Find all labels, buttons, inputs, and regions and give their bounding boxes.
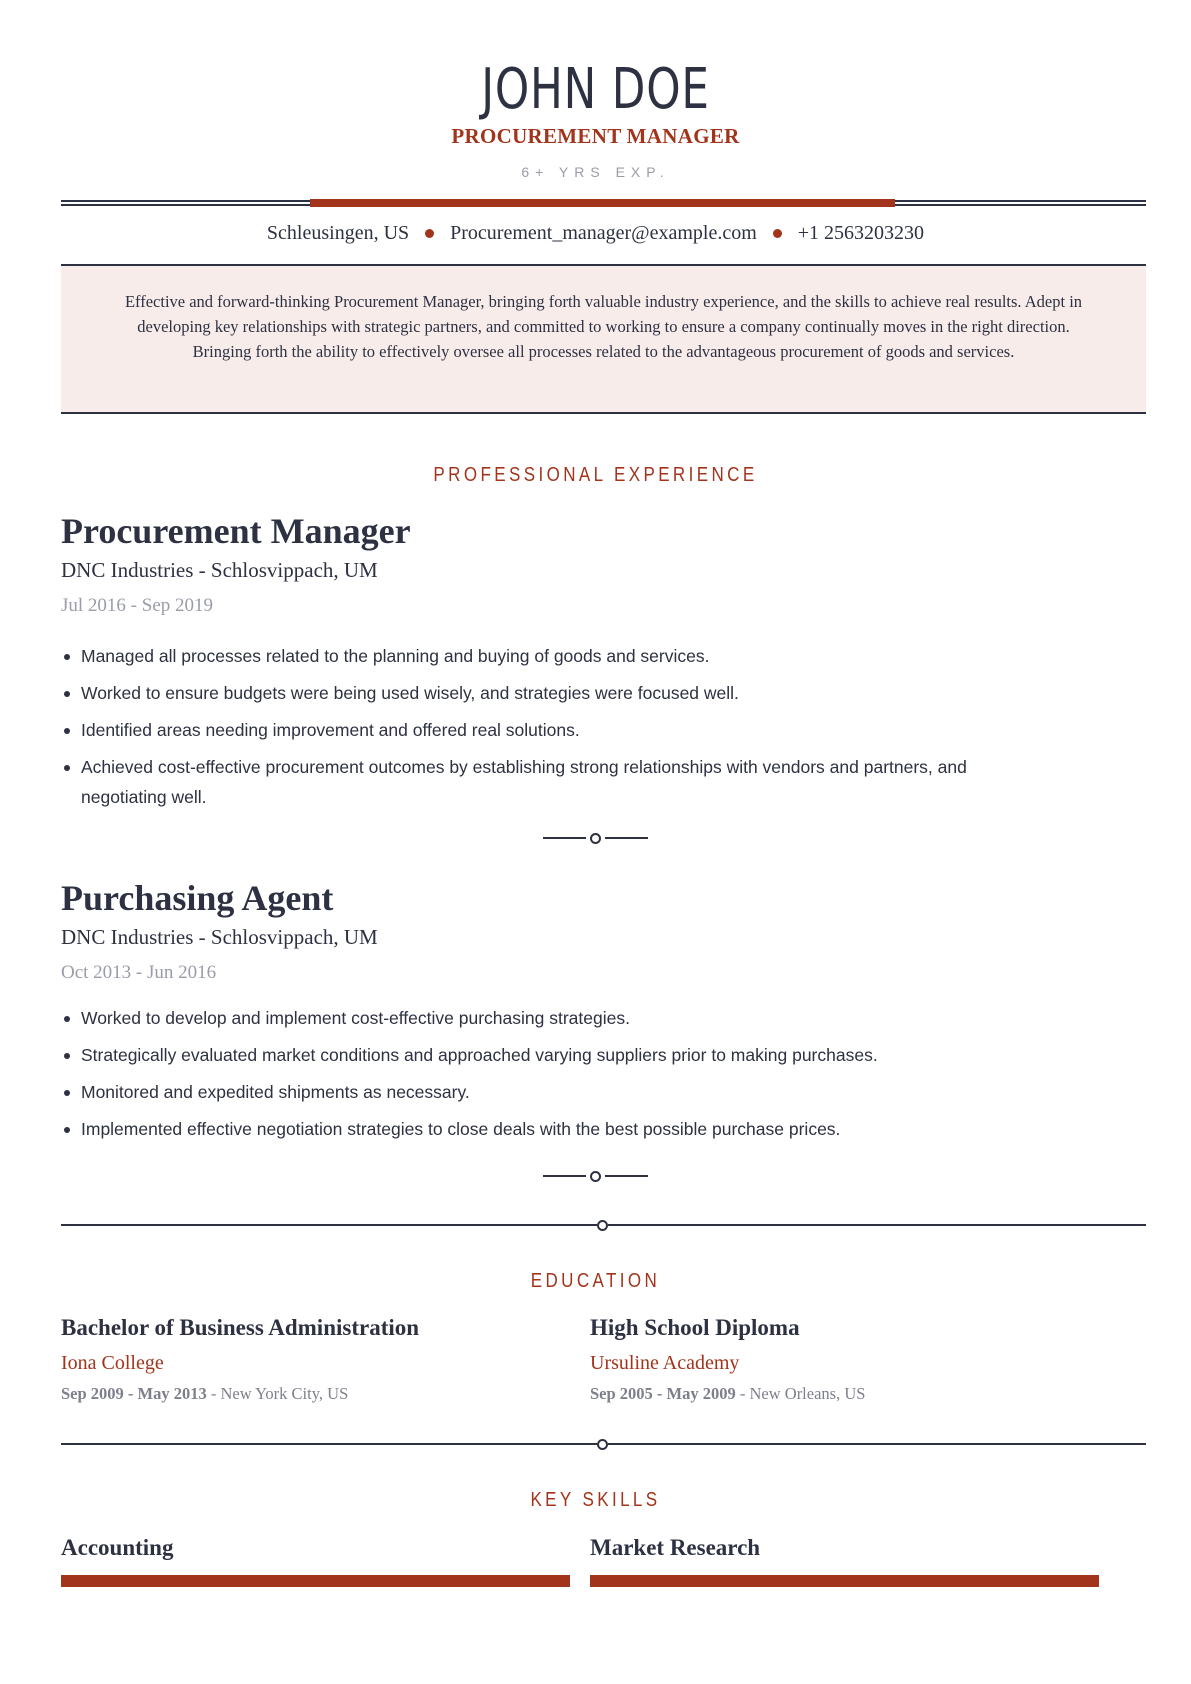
- section-title-experience: PROFESSIONAL EXPERIENCE: [433, 464, 758, 486]
- separator-ring-icon: [590, 1171, 601, 1182]
- entry-separator: [543, 832, 648, 844]
- job-bullet: Achieved cost-effective procurement outc…: [61, 752, 1146, 812]
- section-title-education: EDUCATION: [530, 1270, 661, 1292]
- education-dates: Sep 2005 - May 2009: [590, 1384, 736, 1403]
- job-bullet: Monitored and expedited shipments as nec…: [61, 1077, 1146, 1107]
- skill-level-bar: [590, 1575, 1099, 1587]
- school: Ursuline Academy: [590, 1352, 740, 1374]
- job-bullet: Worked to develop and implement cost-eff…: [61, 1003, 1146, 1033]
- education-location: - New Orleans, US: [735, 1384, 866, 1403]
- section-divider: [61, 1438, 1146, 1450]
- degree: Bachelor of Business Administration: [61, 1315, 420, 1340]
- skill-level-fill: [590, 1575, 1099, 1587]
- contact-email[interactable]: Procurement_manager@example.com: [450, 222, 757, 244]
- job-bullet: Strategically evaluated market condition…: [61, 1040, 1146, 1070]
- degree: High School Diploma: [590, 1315, 800, 1340]
- divider-ring-icon: [597, 1439, 608, 1450]
- skill-level-bar: [61, 1575, 570, 1587]
- job-bullets: Worked to develop and implement cost-eff…: [61, 1003, 1146, 1151]
- job-company: DNC Industries - Schlosvippach, UM: [61, 558, 378, 582]
- job-bullet: Implemented effective negotiation strate…: [61, 1114, 1146, 1144]
- skill-level-fill: [61, 1575, 570, 1587]
- education-entry: Bachelor of Business Administration Iona…: [61, 1313, 581, 1407]
- job-bullet: Managed all processes related to the pla…: [61, 641, 1146, 671]
- section-divider: [61, 1219, 1146, 1231]
- candidate-headline: PROCUREMENT MANAGER: [451, 124, 740, 148]
- education-location: - New York City, US: [206, 1384, 349, 1403]
- job-dates: Oct 2013 - Jun 2016: [61, 962, 217, 983]
- contact-location: Schleusingen, US: [266, 222, 410, 244]
- section-title-skills: KEY SKILLS: [530, 1489, 661, 1511]
- skill-name: Market Research: [590, 1535, 761, 1560]
- contact-line: Schleusingen, US Procurement_manager@exam…: [0, 222, 1191, 245]
- summary-bottom-rule: [61, 412, 1146, 414]
- job-dates: Jul 2016 - Sep 2019: [61, 595, 213, 616]
- job-bullet: Identified areas needing improvement and…: [61, 715, 1146, 745]
- education-entry: High School Diploma Ursuline Academy Sep…: [590, 1313, 1110, 1407]
- divider-ring-icon: [597, 1220, 608, 1231]
- education-dates: Sep 2009 - May 2013: [61, 1384, 207, 1403]
- education-meta: Sep 2009 - May 2013 - New York City, US: [61, 1381, 581, 1407]
- entry-separator: [543, 1170, 648, 1182]
- school: Iona College: [61, 1352, 164, 1374]
- skill-name: Accounting: [61, 1535, 174, 1560]
- summary-box: Effective and forward-thinking Procureme…: [61, 266, 1146, 412]
- skill-item: Market Research: [590, 1533, 1099, 1587]
- contact-phone[interactable]: +1 2563203230: [798, 222, 924, 244]
- job-title: Procurement Manager: [61, 511, 411, 551]
- job-bullet: Worked to ensure budgets were being used…: [61, 678, 1146, 708]
- job-bullets: Managed all processes related to the pla…: [61, 641, 1146, 819]
- education-meta: Sep 2005 - May 2009 - New Orleans, US: [590, 1381, 1110, 1407]
- bullet-dot-icon: [772, 228, 782, 238]
- header-accent-bar: [310, 199, 895, 207]
- job-company: DNC Industries - Schlosvippach, UM: [61, 925, 378, 949]
- separator-ring-icon: [590, 833, 601, 844]
- skill-item: Accounting: [61, 1533, 570, 1587]
- job-title: Purchasing Agent: [61, 878, 334, 918]
- summary-text: Effective and forward-thinking Procureme…: [124, 292, 1083, 361]
- experience-years: 6+ YRS EXP.: [521, 164, 670, 180]
- candidate-name: JOHN DOE: [481, 57, 710, 122]
- bullet-dot-icon: [425, 228, 435, 238]
